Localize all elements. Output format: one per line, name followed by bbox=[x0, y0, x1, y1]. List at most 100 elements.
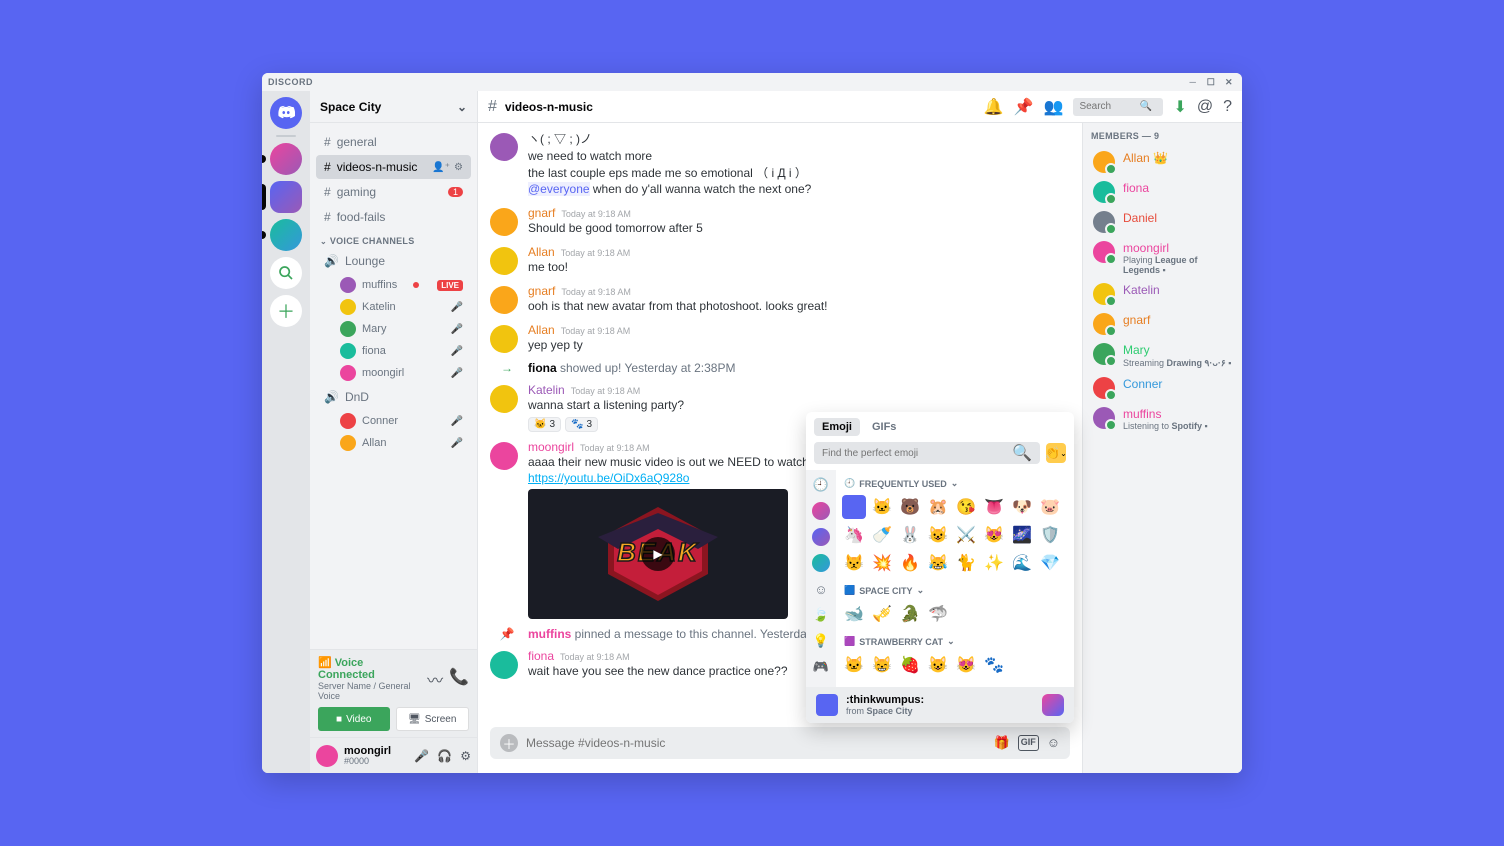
emoji-item[interactable]: 😻 bbox=[982, 523, 1006, 547]
video-button[interactable]: ■Video bbox=[318, 707, 390, 731]
message-author[interactable]: moongirl bbox=[528, 440, 574, 454]
voice-user[interactable]: moongirl🎤 bbox=[316, 362, 471, 384]
emoji-item[interactable]: 🐊 bbox=[898, 602, 922, 626]
emoji-item[interactable]: 😺 bbox=[926, 653, 950, 677]
message-author[interactable]: fiona bbox=[528, 649, 554, 663]
emoji-item[interactable]: 🐻 bbox=[898, 495, 922, 519]
voice-user[interactable]: Mary🎤 bbox=[316, 318, 471, 340]
member-item[interactable]: Conner bbox=[1091, 373, 1234, 403]
server-item-1[interactable] bbox=[270, 143, 302, 175]
people-icon[interactable]: ☺ bbox=[812, 580, 830, 598]
nature-icon[interactable]: 🍃 bbox=[812, 606, 830, 624]
voice-user[interactable]: muffinsLIVE bbox=[316, 274, 471, 296]
emoji-item[interactable]: 🎺 bbox=[870, 602, 894, 626]
home-button[interactable] bbox=[270, 97, 302, 129]
gift-icon[interactable]: 🎁 bbox=[994, 735, 1010, 751]
link[interactable]: https://youtu.be/OiDx6aQ928o bbox=[528, 471, 689, 485]
tab-emoji[interactable]: Emoji bbox=[814, 418, 860, 436]
emoji-item[interactable]: 🌌 bbox=[1010, 523, 1034, 547]
server-emoji-icon[interactable] bbox=[812, 502, 830, 520]
emoji-item[interactable]: 😹 bbox=[926, 551, 950, 575]
avatar[interactable] bbox=[490, 442, 518, 470]
invite-icon[interactable]: 👤⁺ bbox=[432, 162, 450, 173]
emoji-item[interactable]: 🐹 bbox=[926, 495, 950, 519]
noise-suppress-icon[interactable]: 〰 bbox=[427, 667, 443, 691]
mic-icon[interactable]: 🎤 bbox=[414, 749, 429, 763]
message-author[interactable]: Allan bbox=[528, 323, 555, 337]
channel-food-fails[interactable]: #food-fails bbox=[316, 205, 471, 229]
emoji-search[interactable]: 🔍 bbox=[814, 442, 1040, 464]
gif-icon[interactable]: GIF bbox=[1018, 735, 1039, 751]
emoji-item[interactable]: 🐷 bbox=[1038, 495, 1062, 519]
emoji-grid[interactable]: 🕘FREQUENTLY USED ⌄ 🐱 🐻 🐹 😘 👅 🐶 bbox=[836, 470, 1074, 687]
avatar[interactable] bbox=[316, 745, 338, 767]
emoji-item[interactable]: 🍼 bbox=[870, 523, 894, 547]
voice-user[interactable]: Conner🎤 bbox=[316, 410, 471, 432]
attach-button[interactable]: ＋ bbox=[500, 734, 518, 752]
voice-user[interactable]: fiona🎤 bbox=[316, 340, 471, 362]
gear-icon[interactable]: ⚙ bbox=[460, 749, 471, 763]
avatar[interactable] bbox=[490, 385, 518, 413]
emoji-icon[interactable]: ☺ bbox=[1047, 735, 1060, 751]
emoji-item[interactable]: 🐋 bbox=[842, 602, 866, 626]
member-item[interactable]: gnarf bbox=[1091, 309, 1234, 339]
emoji-item[interactable]: ✨ bbox=[982, 551, 1006, 575]
bell-icon[interactable]: 🔔 bbox=[984, 97, 1004, 117]
explore-button[interactable] bbox=[270, 257, 302, 289]
emoji-item[interactable]: 👅 bbox=[982, 495, 1006, 519]
mentions-icon[interactable]: @ bbox=[1197, 98, 1213, 116]
voice-user[interactable]: Katelin🎤 bbox=[316, 296, 471, 318]
emoji-item[interactable]: 🐾 bbox=[982, 653, 1006, 677]
avatar[interactable] bbox=[490, 247, 518, 275]
emoji-item[interactable]: 🐱 bbox=[842, 653, 866, 677]
avatar[interactable] bbox=[490, 286, 518, 314]
server-emoji-icon[interactable] bbox=[812, 528, 830, 546]
window-minimize[interactable]: ─ bbox=[1186, 75, 1200, 89]
window-maximize[interactable]: ☐ bbox=[1204, 75, 1218, 89]
server-header[interactable]: Space City ⌄ bbox=[310, 91, 477, 123]
add-server-button[interactable]: ＋ bbox=[270, 295, 302, 327]
channel-gaming[interactable]: #gaming1 bbox=[316, 180, 471, 204]
emoji-item[interactable]: 🔥 bbox=[898, 551, 922, 575]
pin-icon[interactable]: 📌 bbox=[1014, 97, 1034, 117]
channel-videos-n-music[interactable]: #videos-n-music 👤⁺⚙ bbox=[316, 155, 471, 179]
emoji-item[interactable] bbox=[842, 495, 866, 519]
voice-channel-dnd[interactable]: 🔊DnD bbox=[316, 385, 471, 409]
avatar[interactable] bbox=[490, 208, 518, 236]
server-emoji-icon[interactable] bbox=[812, 554, 830, 572]
server-item-3[interactable] bbox=[270, 219, 302, 251]
voice-channel-lounge[interactable]: 🔊Lounge bbox=[316, 249, 471, 273]
emoji-item[interactable]: 🐶 bbox=[1010, 495, 1034, 519]
emoji-item[interactable]: 🍓 bbox=[898, 653, 922, 677]
emoji-item[interactable]: 😻 bbox=[954, 653, 978, 677]
voice-user[interactable]: Allan🎤 bbox=[316, 432, 471, 454]
video-embed[interactable]: BEAK ▶ bbox=[528, 489, 788, 619]
emoji-item[interactable]: 🐱 bbox=[870, 495, 894, 519]
message-author[interactable]: gnarf bbox=[528, 206, 555, 220]
emoji-item[interactable]: 💥 bbox=[870, 551, 894, 575]
gear-icon[interactable]: ⚙ bbox=[454, 162, 463, 173]
download-icon[interactable]: ⬇ bbox=[1173, 97, 1186, 117]
emoji-item[interactable]: 😘 bbox=[954, 495, 978, 519]
emoji-item[interactable]: ⚔️ bbox=[954, 523, 978, 547]
search-box[interactable]: 🔍 bbox=[1073, 98, 1163, 116]
member-item[interactable]: Allan 👑 bbox=[1091, 147, 1234, 177]
play-icon[interactable]: ▶ bbox=[641, 537, 675, 571]
tab-gifs[interactable]: GIFs bbox=[864, 418, 904, 436]
emoji-item[interactable]: 🐰 bbox=[898, 523, 922, 547]
activities-icon[interactable]: 🎮 bbox=[812, 658, 830, 676]
member-item[interactable]: Daniel bbox=[1091, 207, 1234, 237]
screen-button[interactable]: 🖥Screen bbox=[396, 707, 470, 731]
emoji-item[interactable]: 🐈 bbox=[954, 551, 978, 575]
member-item[interactable]: MaryStreaming Drawing ٩·ᴗ·۶ ▪ bbox=[1091, 339, 1234, 372]
window-close[interactable]: ✕ bbox=[1222, 75, 1236, 89]
member-item[interactable]: Katelin bbox=[1091, 279, 1234, 309]
avatar[interactable] bbox=[490, 651, 518, 679]
recent-icon[interactable]: 🕘 bbox=[812, 476, 830, 494]
emoji-item[interactable]: 🛡️ bbox=[1038, 523, 1062, 547]
member-item[interactable]: moongirlPlaying League of Legends ▪ bbox=[1091, 237, 1234, 279]
emoji-item[interactable]: 🦄 bbox=[842, 523, 866, 547]
headphone-icon[interactable]: 🎧 bbox=[437, 749, 452, 763]
message-author[interactable]: Katelin bbox=[528, 383, 565, 397]
server-item-2[interactable] bbox=[270, 181, 302, 213]
